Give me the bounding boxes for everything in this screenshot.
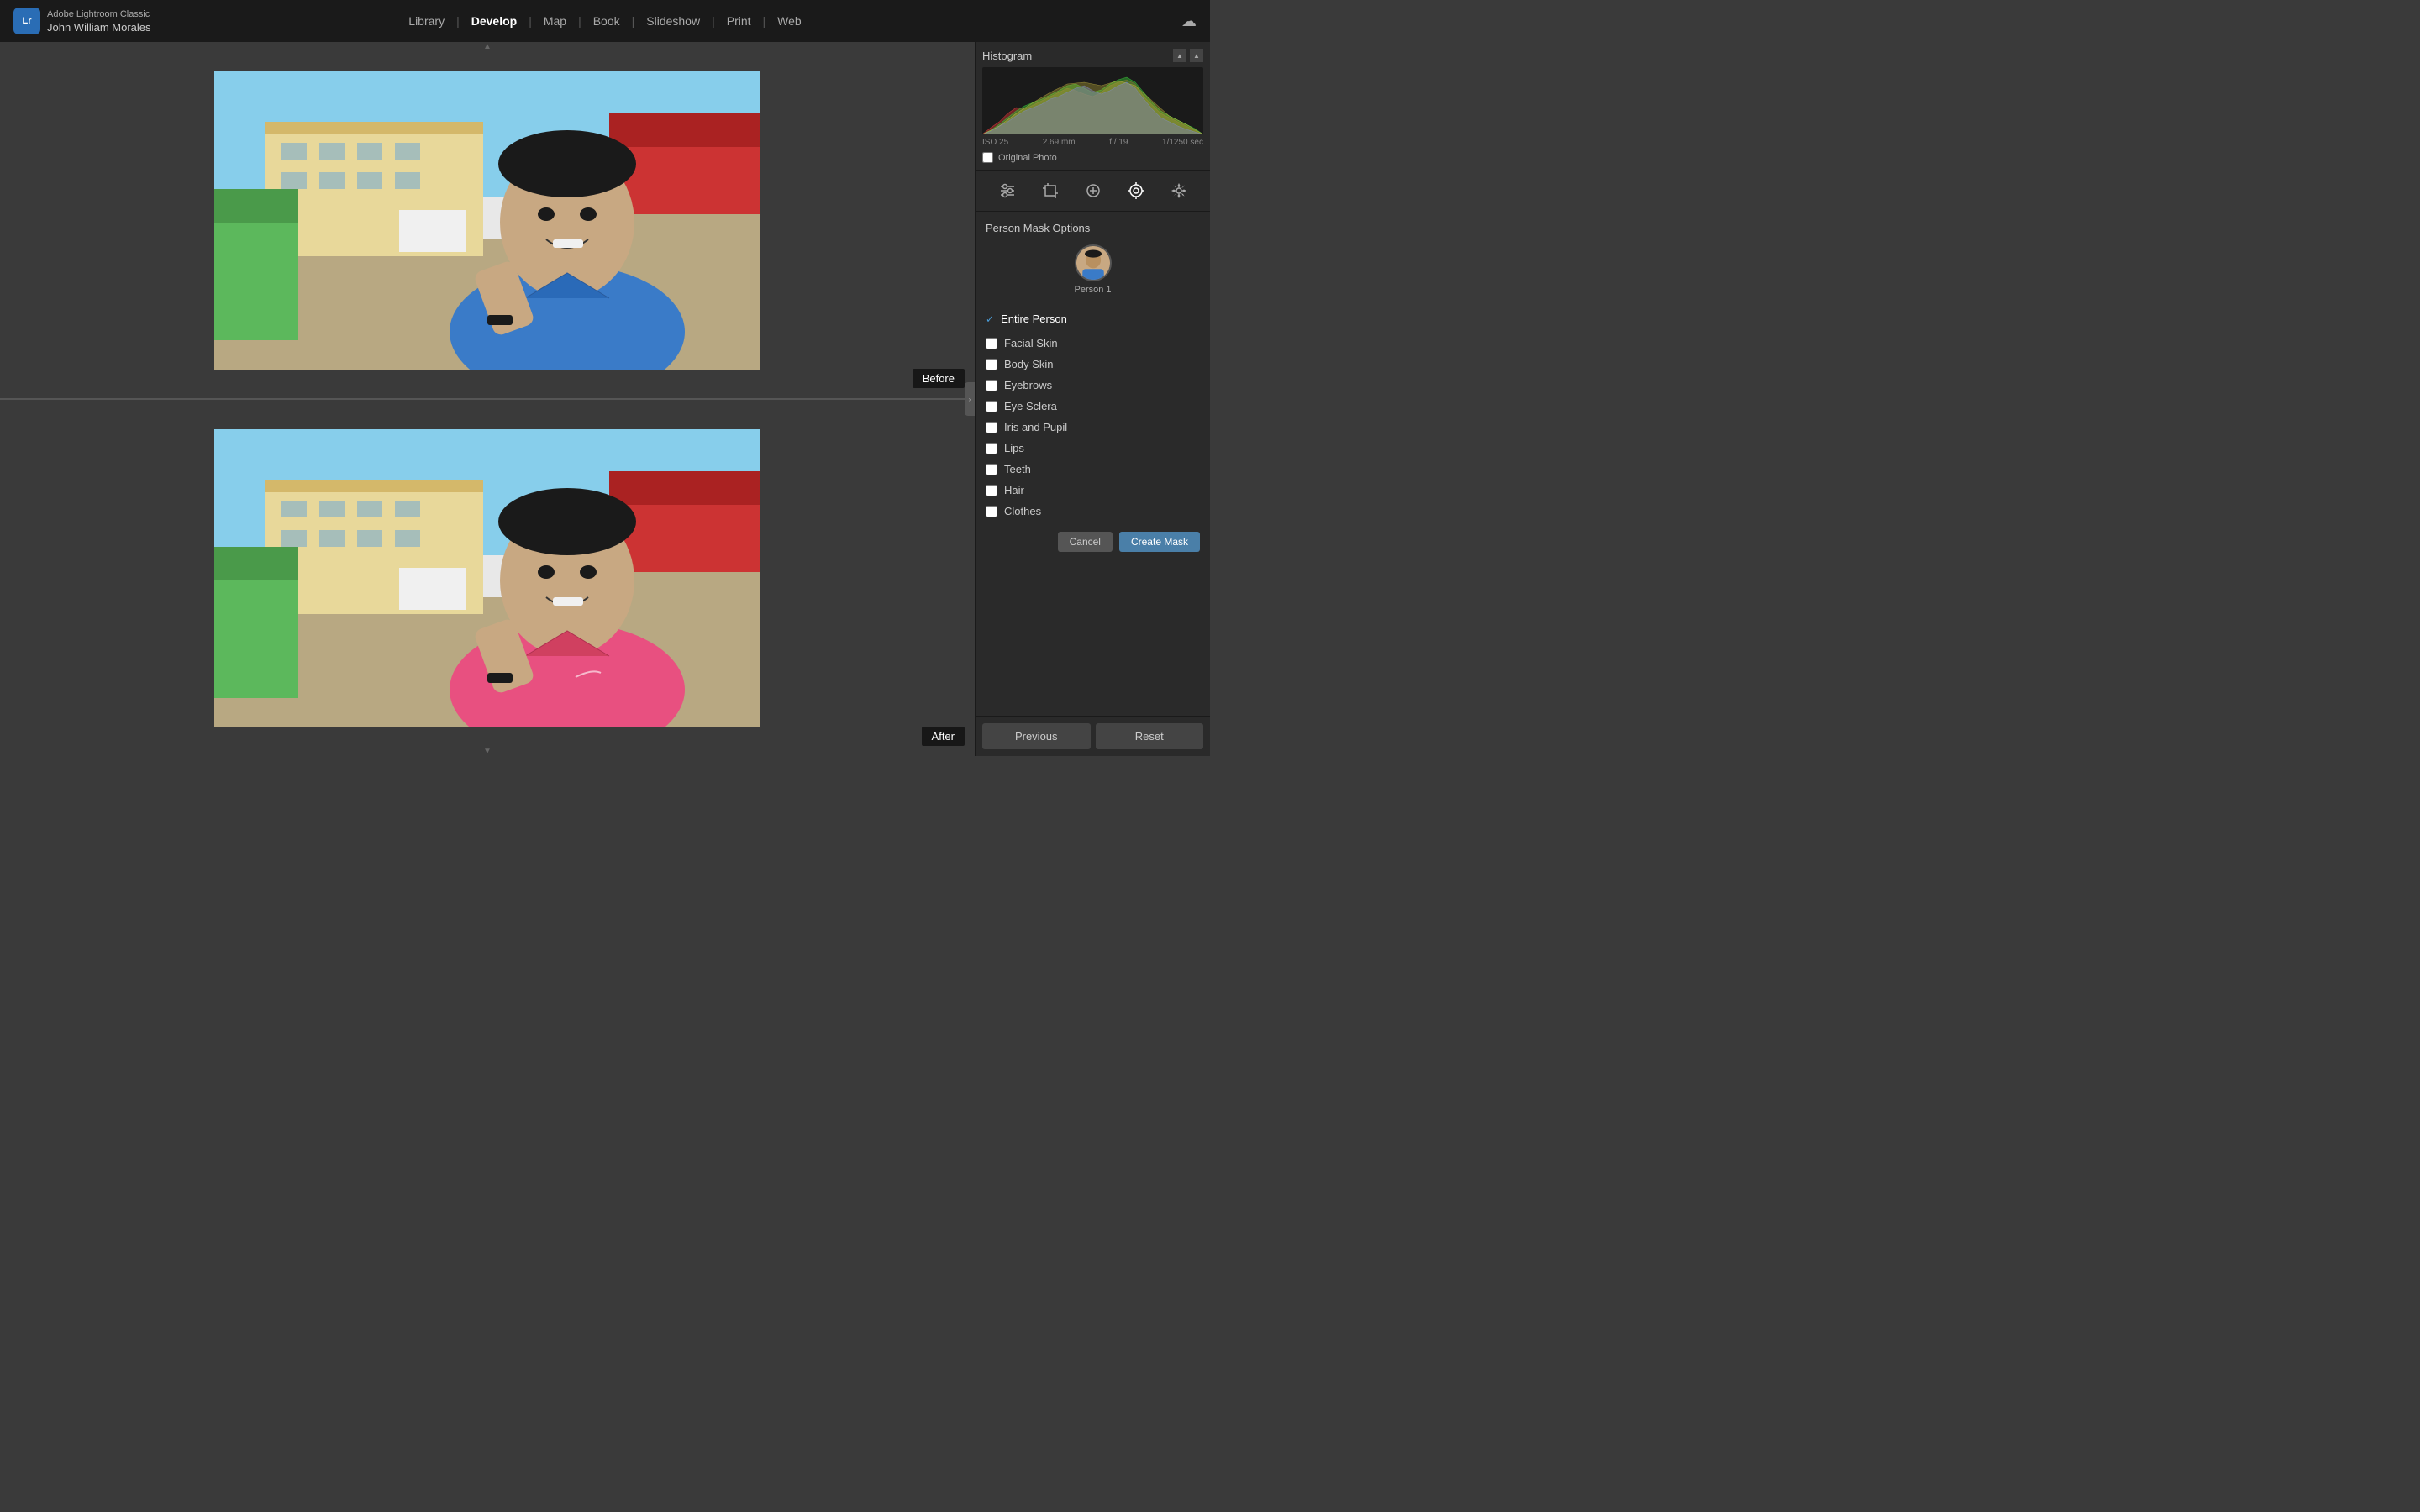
tool-icons bbox=[976, 171, 1210, 212]
histogram-focal: 2.69 mm bbox=[1043, 138, 1076, 147]
mask-option-iris-pupil[interactable]: Iris and Pupil bbox=[986, 417, 1200, 438]
histogram-left-arrow[interactable]: ▲ bbox=[1173, 49, 1186, 62]
cancel-button[interactable]: Cancel bbox=[1058, 532, 1113, 552]
heal-tool[interactable] bbox=[1080, 177, 1107, 204]
settings-tool[interactable] bbox=[1165, 177, 1192, 204]
eyebrows-checkbox[interactable] bbox=[986, 380, 997, 391]
nav-slideshow[interactable]: Slideshow bbox=[641, 11, 705, 31]
lr-logo: Lr bbox=[13, 8, 40, 34]
facial-skin-checkbox[interactable] bbox=[986, 338, 997, 349]
bottom-panel-toggle[interactable]: ▼ bbox=[483, 747, 492, 756]
person-avatar-img bbox=[1076, 246, 1110, 280]
mask-option-body-skin[interactable]: Body Skin bbox=[986, 354, 1200, 375]
image-area: ▲ bbox=[0, 42, 975, 756]
mask-panel-title: Person Mask Options bbox=[986, 222, 1200, 234]
bottom-buttons: Previous Reset bbox=[976, 716, 1210, 756]
clothes-label: Clothes bbox=[1004, 505, 1041, 517]
lips-label: Lips bbox=[1004, 442, 1024, 454]
histogram-right-arrow[interactable]: ▲ bbox=[1190, 49, 1203, 62]
body-skin-checkbox[interactable] bbox=[986, 359, 997, 370]
eye-sclera-label: Eye Sclera bbox=[1004, 400, 1057, 412]
mask-tool[interactable] bbox=[1123, 177, 1150, 204]
histogram-arrows: ▲ ▲ bbox=[1173, 49, 1203, 62]
mask-option-facial-skin[interactable]: Facial Skin bbox=[986, 333, 1200, 354]
nav-develop[interactable]: Develop bbox=[466, 11, 522, 31]
histogram-shutter: 1/1250 sec bbox=[1162, 138, 1203, 147]
nav-library[interactable]: Library bbox=[403, 11, 450, 31]
main-layout: ▲ bbox=[0, 42, 1210, 756]
mask-option-teeth[interactable]: Teeth bbox=[986, 459, 1200, 480]
nav-book[interactable]: Book bbox=[588, 11, 625, 31]
app-name: Adobe Lightroom Classic bbox=[47, 8, 151, 20]
hair-label: Hair bbox=[1004, 484, 1024, 496]
before-panel: Before bbox=[0, 42, 975, 398]
body-skin-label: Body Skin bbox=[1004, 358, 1054, 370]
mask-panel: Person Mask Options Person 1 bbox=[976, 212, 1210, 716]
teeth-label: Teeth bbox=[1004, 463, 1031, 475]
histogram-svg bbox=[982, 67, 1203, 134]
nav-web[interactable]: Web bbox=[772, 11, 807, 31]
facial-skin-label: Facial Skin bbox=[1004, 337, 1058, 349]
mask-buttons: Cancel Create Mask bbox=[986, 532, 1200, 552]
after-label[interactable]: After bbox=[922, 727, 965, 746]
original-photo-checkbox[interactable] bbox=[982, 152, 993, 163]
original-photo-label[interactable]: Original Photo bbox=[998, 153, 1057, 163]
original-photo-row: Original Photo bbox=[982, 152, 1203, 163]
crop-tool[interactable] bbox=[1037, 177, 1064, 204]
iris-pupil-label: Iris and Pupil bbox=[1004, 421, 1067, 433]
entire-person-label: Entire Person bbox=[1001, 312, 1067, 325]
histogram-canvas bbox=[982, 67, 1203, 134]
entire-person-check: ✓ bbox=[986, 313, 994, 325]
person-avatar[interactable] bbox=[1075, 244, 1112, 281]
reset-button[interactable]: Reset bbox=[1096, 723, 1204, 749]
topbar: Lr Adobe Lightroom Classic John William … bbox=[0, 0, 1210, 42]
create-mask-button[interactable]: Create Mask bbox=[1119, 532, 1200, 552]
eyebrows-label: Eyebrows bbox=[1004, 379, 1052, 391]
mask-option-eye-sclera[interactable]: Eye Sclera bbox=[986, 396, 1200, 417]
nav-map[interactable]: Map bbox=[539, 11, 571, 31]
eye-sclera-checkbox[interactable] bbox=[986, 401, 997, 412]
nav-print[interactable]: Print bbox=[722, 11, 756, 31]
right-panel: Histogram ▲ ▲ ISO 25 bbox=[975, 42, 1210, 756]
after-photo bbox=[214, 429, 760, 727]
nav-menu: Library | Develop | Map | Book | Slidesh… bbox=[403, 11, 806, 31]
logo-area: Lr Adobe Lightroom Classic John William … bbox=[13, 8, 151, 34]
previous-button[interactable]: Previous bbox=[982, 723, 1091, 749]
lips-checkbox[interactable] bbox=[986, 443, 997, 454]
person-name: Person 1 bbox=[1074, 285, 1111, 295]
after-panel: After bbox=[0, 400, 975, 756]
before-photo bbox=[214, 71, 760, 370]
user-name: John William Morales bbox=[47, 21, 151, 34]
histogram-title: Histogram bbox=[982, 50, 1032, 62]
histogram-meta: ISO 25 2.69 mm f / 19 1/1250 sec bbox=[982, 138, 1203, 147]
iris-pupil-checkbox[interactable] bbox=[986, 422, 997, 433]
teeth-checkbox[interactable] bbox=[986, 464, 997, 475]
hair-checkbox[interactable] bbox=[986, 485, 997, 496]
histogram-header: Histogram ▲ ▲ bbox=[982, 49, 1203, 62]
before-label[interactable]: Before bbox=[913, 369, 965, 388]
histogram-section: Histogram ▲ ▲ ISO 25 bbox=[976, 42, 1210, 171]
histogram-iso: ISO 25 bbox=[982, 138, 1008, 147]
entire-person-row: ✓ Entire Person bbox=[986, 308, 1200, 329]
mask-option-hair[interactable]: Hair bbox=[986, 480, 1200, 501]
cloud-icon[interactable]: ☁ bbox=[1181, 13, 1197, 30]
right-panel-toggle[interactable]: › bbox=[965, 382, 975, 416]
clothes-checkbox[interactable] bbox=[986, 506, 997, 517]
person-avatar-area: Person 1 bbox=[986, 244, 1200, 295]
histogram-aperture: f / 19 bbox=[1109, 138, 1128, 147]
sliders-tool[interactable] bbox=[994, 177, 1021, 204]
mask-option-eyebrows[interactable]: Eyebrows bbox=[986, 375, 1200, 396]
mask-option-clothes[interactable]: Clothes bbox=[986, 501, 1200, 522]
mask-option-lips[interactable]: Lips bbox=[986, 438, 1200, 459]
